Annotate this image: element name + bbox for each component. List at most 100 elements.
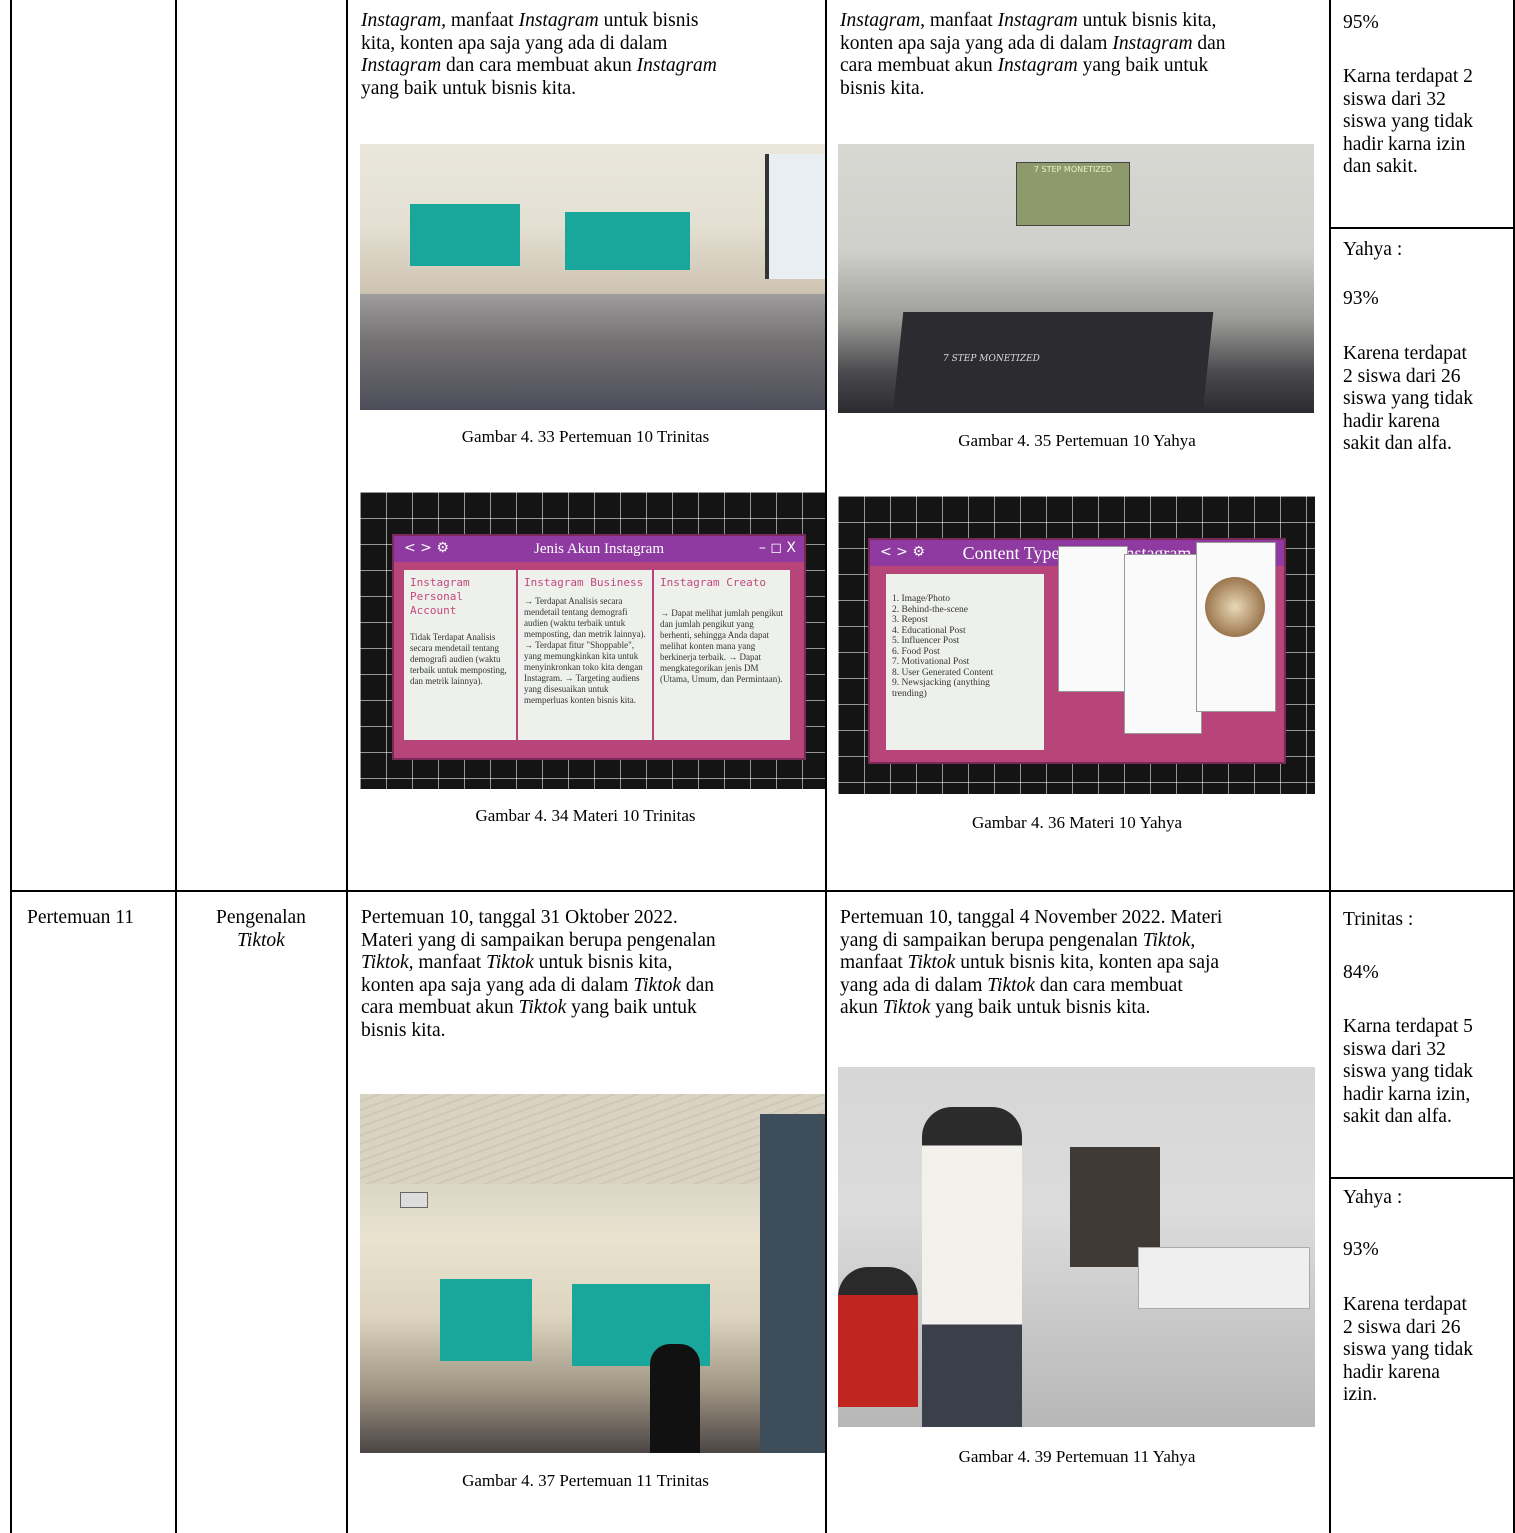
- topic-line1: Pengenalan: [216, 907, 306, 928]
- top-trinitas-description: Instagram, manfaat Instagram untuk bisni…: [361, 10, 821, 100]
- bottom-trinitas-line: Tiktok, manfaat Tiktok untuk bisnis kita…: [361, 952, 673, 974]
- creator-title: Instagram Creato: [660, 576, 766, 589]
- bottom-yahya-percent: 93%: [1343, 1239, 1379, 1260]
- content-type-item: 6. Food Post: [892, 646, 940, 657]
- content-type-item: 3. Repost: [892, 615, 928, 625]
- caption-fig36: Gambar 4. 36 Materi 10 Yahya: [971, 813, 1183, 832]
- bottom-yahya-line: Pertemuan 10, tanggal 4 November 2022. M…: [840, 907, 1223, 928]
- slide-window: < > ⚙ Jenis Akun Instagram – ◻ X Instagr…: [392, 534, 806, 760]
- reason-line: 2 siswa dari 26: [1343, 1316, 1461, 1338]
- content-type-item: 4. Educational Post: [892, 625, 966, 636]
- reason-line: dan sakit.: [1343, 156, 1418, 178]
- slide-window-controls: – ◻ X: [758, 540, 796, 556]
- content-type-item: 7. Motivational Post: [892, 657, 970, 667]
- curtain-right: [565, 212, 690, 270]
- reason-line: hadir karna izin,: [1343, 1083, 1471, 1105]
- classroom-photo-trinitas-10: [360, 144, 825, 410]
- creator-body: → Dapat melihat jumlah pengikut dan juml…: [660, 608, 783, 684]
- top-yahya-line: cara membuat akun Instagram yang baik un…: [840, 55, 1209, 77]
- desk: [1138, 1247, 1310, 1309]
- top-yahya-line: Instagram, manfaat Instagram untuk bisni…: [840, 10, 1217, 31]
- bottom-yahya-label: Yahya :: [1343, 1187, 1403, 1208]
- column-divider-3: [825, 0, 827, 1533]
- top-trinitas-line: yang baik untuk bisnis kita.: [361, 77, 577, 99]
- personal-body: Tidak Terdapat Analisis secara mendetail…: [410, 632, 507, 686]
- laptop-screen: [892, 312, 1214, 413]
- projection-screen-2: [760, 1114, 825, 1453]
- students-area: [360, 294, 825, 410]
- topic-line2: Tiktok: [237, 929, 285, 951]
- classroom-photo-yahya-10: 7 STEP MONETIZED 7 STEP MONETIZED: [838, 144, 1314, 413]
- reason-line: hadir karena: [1343, 410, 1440, 432]
- attendance-divider-top: [1329, 227, 1515, 229]
- reason-line: Karena terdapat: [1343, 343, 1467, 364]
- curtain-left: [410, 204, 520, 266]
- column-divider-4: [1329, 0, 1331, 1533]
- classroom-photo-trinitas-11: [360, 1094, 825, 1453]
- top-trinitas-percent: 95%: [1343, 12, 1379, 33]
- curtain-left-2: [440, 1279, 532, 1361]
- top-yahya-reason: Karena terdapat 2 siswa dari 26 siswa yang…: [1343, 343, 1513, 456]
- bottom-trinitas-percent: 84%: [1343, 962, 1379, 983]
- reason-line: siswa yang tidak: [1343, 111, 1473, 133]
- reason-line: hadir karena: [1343, 1361, 1440, 1383]
- slide-col-creator: Instagram Creato → Dapat melihat jumlah …: [654, 570, 790, 740]
- attendance-divider-bottom: [1329, 1177, 1515, 1179]
- slide-jenis-akun-instagram: < > ⚙ Jenis Akun Instagram – ◻ X Instagr…: [360, 492, 825, 789]
- bottom-trinitas-line: cara membuat akun Tiktok yang baik untuk: [361, 997, 697, 1019]
- top-yahya-line: bisnis kita.: [840, 77, 925, 99]
- phone-mockup-2: [1124, 554, 1202, 734]
- top-yahya-line: konten apa saja yang ada di dalam Instag…: [840, 32, 1226, 54]
- reason-line: Karna terdapat 5: [1343, 1016, 1473, 1037]
- bottom-trinitas-description: Pertemuan 10, tanggal 31 Oktober 2022. Ma…: [361, 907, 821, 1043]
- content-type-item: trending): [892, 688, 927, 699]
- slide-col-personal: Instagram Personal Account Tidak Terdapat …: [404, 570, 516, 740]
- reason-line: siswa yang tidak: [1343, 1339, 1473, 1361]
- table-border-left: [10, 0, 12, 1533]
- content-type-item: 9. Newsjacking (anything: [892, 678, 990, 688]
- content-type-item: 2. Behind-the-scene: [892, 604, 968, 615]
- reason-line: siswa dari 32: [1343, 1038, 1446, 1060]
- content-type-item: 8. User Generated Content: [892, 667, 994, 678]
- slide-col-business: Instagram Business → Terdapat Analisis s…: [518, 570, 652, 740]
- standing-student: [922, 1107, 1022, 1427]
- student-red-shirt: [838, 1267, 918, 1407]
- bottom-trinitas-label: Trinitas :: [1343, 909, 1414, 930]
- content-types-list: 1. Image/Photo 2. Behind-the-scene 3. Repo…: [886, 574, 1044, 750]
- column-divider-1: [175, 0, 177, 1533]
- caption-fig35: Gambar 4. 35 Pertemuan 10 Yahya: [958, 431, 1196, 450]
- phone-mockup-3: [1196, 542, 1276, 712]
- reason-line: izin.: [1343, 1384, 1378, 1406]
- reason-line: Karna terdapat 2: [1343, 66, 1473, 87]
- projector: [400, 1192, 428, 1208]
- top-yahya-label: Yahya :: [1343, 239, 1403, 260]
- bottom-yahya-line: yang ada di dalam Tiktok dan cara membua…: [840, 974, 1183, 996]
- business-body: → Terdapat Analisis secara mendetail ten…: [524, 596, 646, 705]
- reason-line: sakit dan alfa.: [1343, 1106, 1452, 1128]
- bottom-trinitas-line: bisnis kita.: [361, 1019, 446, 1041]
- bottom-yahya-line: yang di sampaikan berupa pengenalan Tikt…: [840, 929, 1196, 951]
- reason-line: siswa yang tidak: [1343, 1061, 1473, 1083]
- row-divider: [10, 890, 1515, 892]
- meeting-number: Pertemuan 11: [27, 907, 135, 928]
- reason-line: Karena terdapat: [1343, 1294, 1467, 1315]
- slide-window-2: < > ⚙ Content Types dalam Instagram – ◻ …: [868, 538, 1286, 764]
- reason-line: hadir karna izin: [1343, 133, 1466, 155]
- caption-fig34: Gambar 4. 34 Materi 10 Trinitas: [475, 806, 696, 825]
- slide-content-types: < > ⚙ Content Types dalam Instagram – ◻ …: [838, 496, 1315, 794]
- slide-nav-controls-2: < > ⚙: [880, 544, 925, 560]
- top-yahya-description: Instagram, manfaat Instagram untuk bisni…: [840, 10, 1320, 100]
- reason-line: siswa yang tidak: [1343, 388, 1473, 410]
- top-trinitas-line: kita, konten apa saja yang ada di dalam: [361, 32, 668, 54]
- content-type-item: 5. Influencer Post: [892, 636, 960, 646]
- slide-nav-controls: < > ⚙: [404, 540, 449, 556]
- reason-line: 2 siswa dari 26: [1343, 365, 1461, 387]
- content-type-item: 1. Image/Photo: [892, 594, 951, 604]
- ceiling: [360, 1094, 825, 1184]
- bottom-yahya-line: manfaat Tiktok untuk bisnis kita, konten…: [840, 952, 1220, 974]
- business-title: Instagram Business: [524, 576, 644, 589]
- reason-line: siswa dari 32: [1343, 88, 1446, 110]
- personal-title: Instagram Personal Account: [410, 576, 470, 617]
- bottom-yahya-line: akun Tiktok yang baik untuk bisnis kita.: [840, 997, 1151, 1019]
- column-divider-2: [346, 0, 348, 1533]
